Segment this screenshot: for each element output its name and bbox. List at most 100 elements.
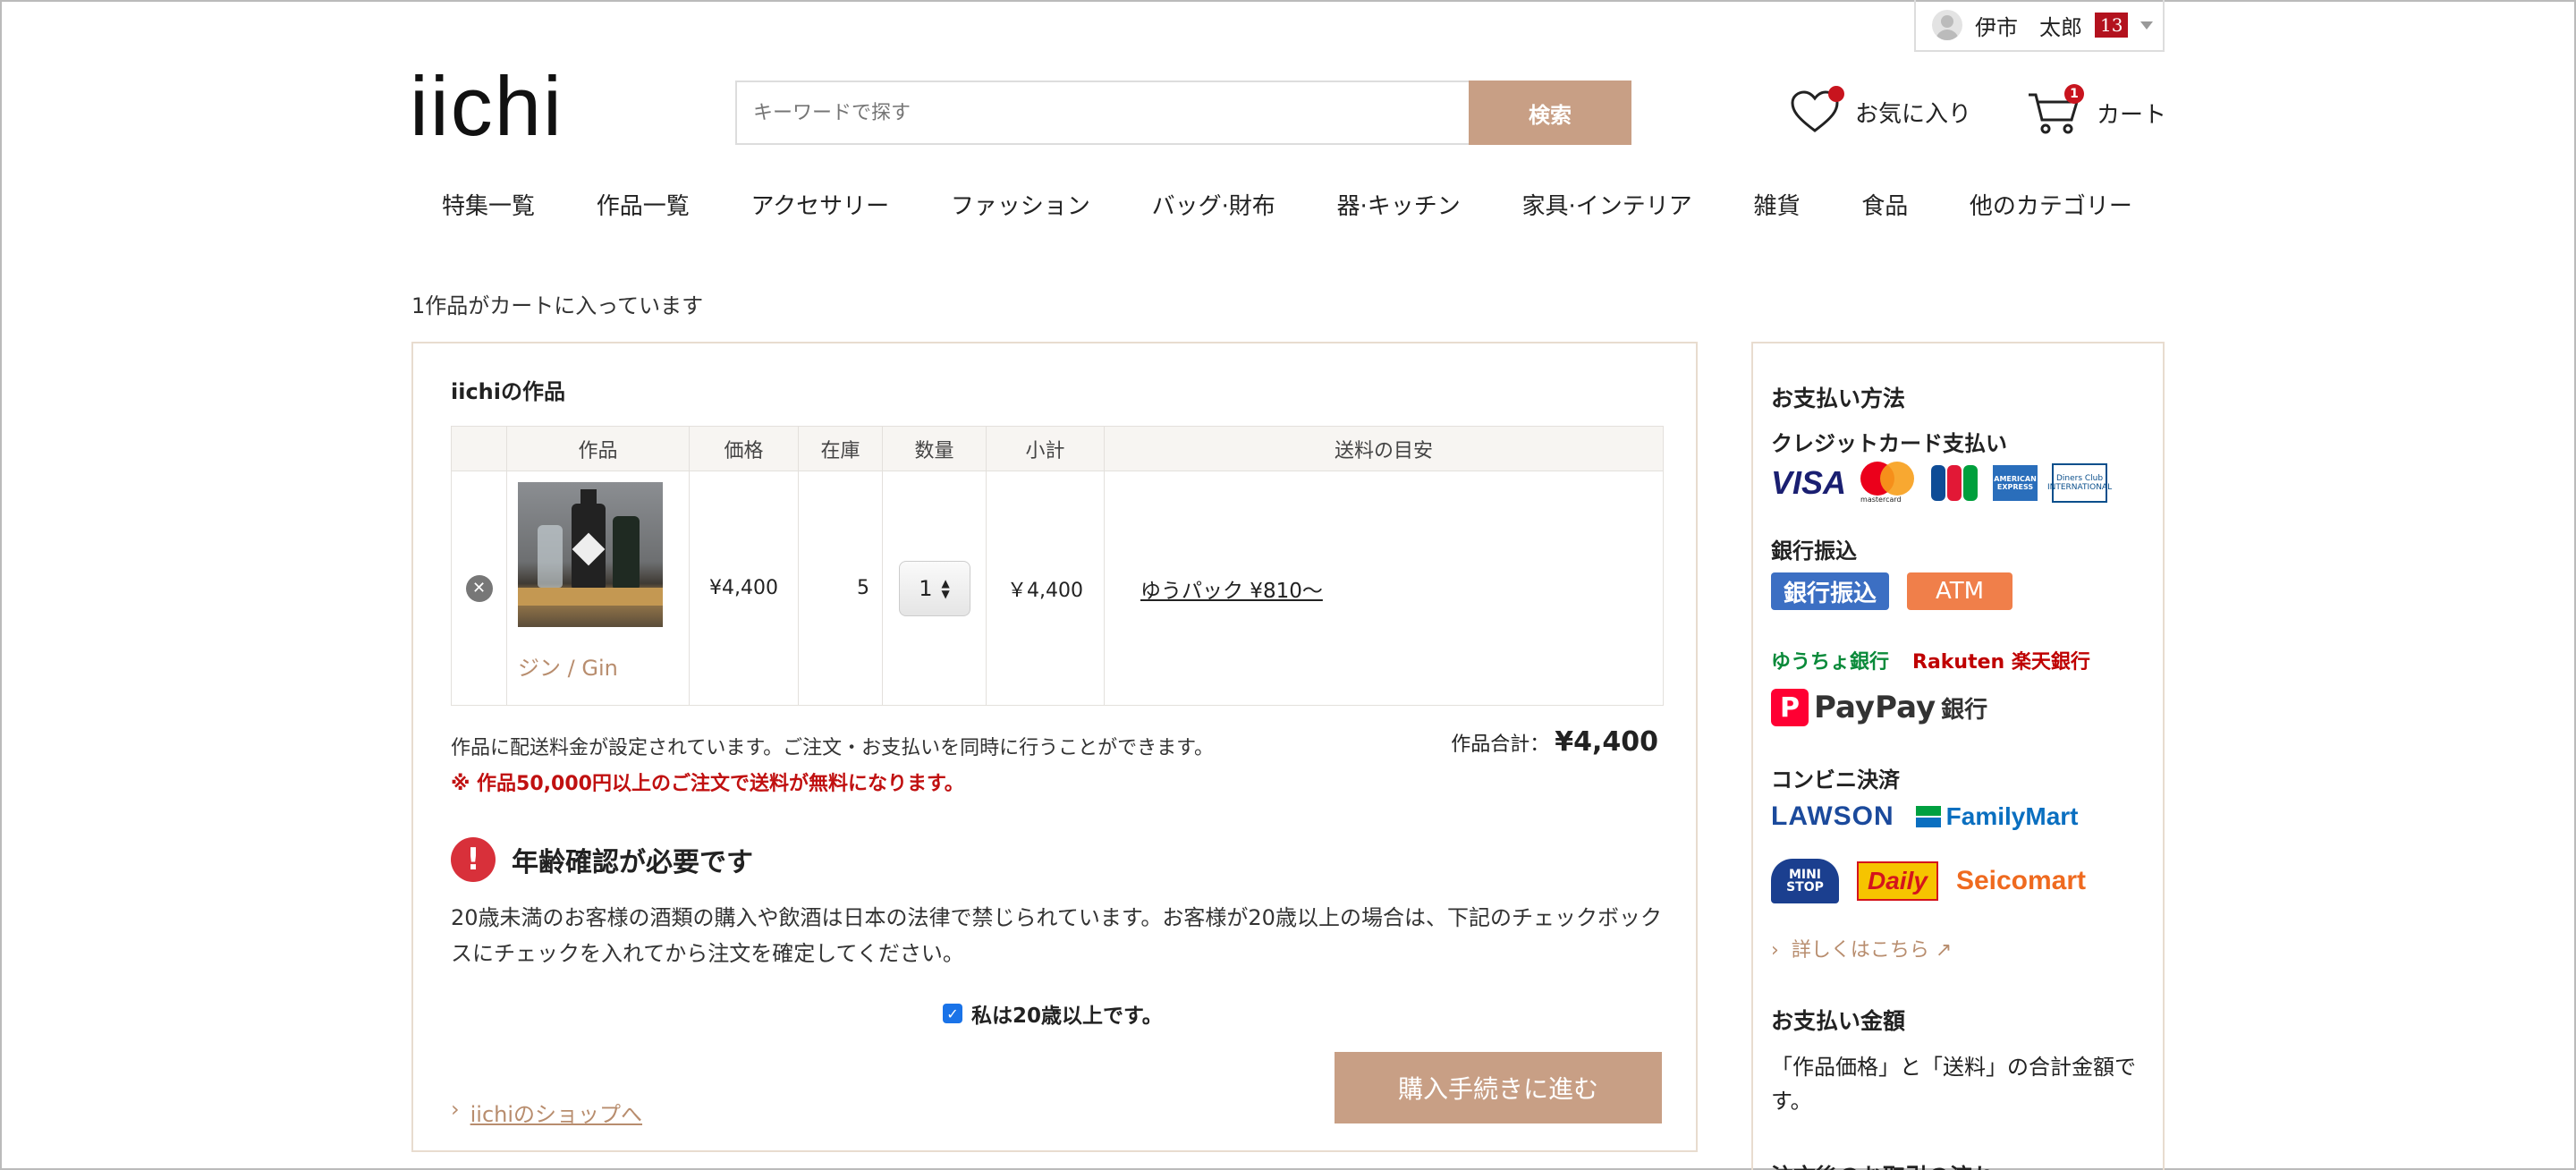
total-label: 作品合計： <box>1451 733 1550 756</box>
nav-item-furniture[interactable]: 家具·インテリア <box>1522 188 1692 221</box>
age-title: 年齢確認が必要です <box>512 847 753 878</box>
ministop-logo: MINI STOP <box>1771 859 1839 903</box>
user-menu[interactable]: 伊市 太郎 13 <box>1914 0 2165 52</box>
item-stock: 5 <box>798 471 883 706</box>
col-header-item: 作品 <box>506 426 690 471</box>
paypay-text: PayPay <box>1814 690 1936 725</box>
paypay-bank-text: 銀行 <box>1941 696 1988 724</box>
category-nav: 特集一覧 作品一覧 アクセサリー ファッション バッグ·財布 器·キッチン 家具… <box>410 188 2165 221</box>
paypay-icon: P <box>1771 689 1809 726</box>
quantity-select[interactable]: 1 ▲ ▼ <box>898 560 970 616</box>
bank-transfer-chip: 銀行振込 <box>1771 572 1890 610</box>
age-verification-heading: ! 年齢確認が必要です <box>451 837 753 882</box>
details-link[interactable]: › 詳しくはこちら ↗ <box>1771 934 1952 962</box>
cart-table: 作品 価格 在庫 数量 小計 送料の目安 ✕ ジン / Gin ¥4,400 5… <box>451 426 1664 706</box>
item-subtotal: ￥4,400 <box>986 471 1105 706</box>
proceed-checkout-button[interactable]: 購入手続きに進む <box>1335 1052 1662 1123</box>
paypay-logo: P PayPay 銀行 <box>1771 689 1987 726</box>
mastercard-text: mastercard <box>1860 496 1902 504</box>
lawson-logo: LAWSON <box>1771 801 1894 831</box>
bank-transfer-title: 銀行振込 <box>1771 538 1857 564</box>
payment-sidebar: お支払い方法 クレジットカード支払い VISA mastercard AMERI… <box>1751 342 2165 1170</box>
payment-methods-title: お支払い方法 <box>1771 386 1906 411</box>
search-button[interactable]: 検索 <box>1469 81 1631 145</box>
shop-link[interactable]: › iichiのショップへ <box>451 1097 642 1128</box>
familymart-icon <box>1915 806 1941 827</box>
search-input[interactable] <box>735 81 1470 145</box>
col-header-price: 価格 <box>689 426 799 471</box>
total-value: ¥4,400 <box>1555 726 1658 758</box>
flow-after-order-title: 注文後のお取引の流れ <box>1771 1159 1995 1170</box>
convenience-logos-row1: LAWSON FamilyMart <box>1771 801 2079 832</box>
nav-item-other[interactable]: 他のカテゴリー <box>1970 188 2132 221</box>
favorites-label: お気に入り <box>1855 100 1972 128</box>
chevron-down-icon <box>2140 21 2154 30</box>
payment-amount-text: 「作品価格」と「送料」の合計金額です。 <box>1771 1055 2136 1114</box>
cart-summary: 1作品がカートに入っています <box>411 293 704 318</box>
cart-box: iichiの作品 作品 価格 在庫 数量 小計 送料の目安 ✕ ジン / Gin… <box>411 342 1698 1152</box>
cart-count-badge: 1 <box>2064 84 2084 104</box>
alert-icon: ! <box>451 837 496 882</box>
nav-item-fashion[interactable]: ファッション <box>951 188 1090 221</box>
item-total: 作品合計： ¥4,400 <box>1451 726 1658 758</box>
free-shipping-notice: ※ 作品50,000円以上のご注文で送料が無料になります。 <box>451 773 964 795</box>
col-header-qty: 数量 <box>882 426 987 471</box>
favorites-dot <box>1828 86 1844 102</box>
table-row: ✕ ジン / Gin ¥4,400 5 1 ▲ ▼ ￥4,400 ゆうパック ¥… <box>451 471 1664 706</box>
seicomart-logo: Seicomart <box>1955 866 2087 895</box>
nav-item-bags[interactable]: バッグ·財布 <box>1152 188 1275 221</box>
convenience-logos-row2: MINI STOP Daily Seicomart <box>1771 859 2086 903</box>
remove-item-icon[interactable]: ✕ <box>465 574 493 602</box>
daily-logo: Daily <box>1857 861 1938 901</box>
nav-item-food[interactable]: 食品 <box>1861 188 1908 221</box>
jcb-logo <box>1930 465 1979 501</box>
nav-item-features[interactable]: 特集一覧 <box>442 188 535 221</box>
site-logo[interactable]: iichi <box>410 64 564 148</box>
amex-logo: AMERICAN EXPRESS <box>1993 465 2038 501</box>
product-name-link[interactable]: ジン / Gin <box>518 650 689 682</box>
avatar-icon <box>1932 10 1962 40</box>
notification-count-badge: 13 <box>2095 13 2129 38</box>
cart-link[interactable]: 1 カート <box>2027 84 2167 136</box>
details-link-label: 詳しくはこちら <box>1791 939 1929 962</box>
bank-chips: 銀行振込 ATM <box>1771 572 2013 610</box>
nav-item-goods[interactable]: 雑貨 <box>1753 188 1800 221</box>
col-remove <box>451 426 507 471</box>
heart-icon <box>1789 86 1844 134</box>
favorites-link[interactable]: お気に入り <box>1789 86 1972 134</box>
diners-logo: Diners Club INTERNATIONAL <box>2047 463 2112 503</box>
visa-logo: VISA <box>1771 464 1847 501</box>
col-header-subtotal: 小計 <box>986 426 1105 471</box>
age-confirm-label: 私は20歳以上です。 <box>971 1005 1163 1028</box>
cart-icon: 1 <box>2027 84 2084 136</box>
age-description: 20歳未満のお客様の酒類の購入や飲酒は日本の法律で禁じられています。お客様が20… <box>451 905 1662 966</box>
nav-item-works[interactable]: 作品一覧 <box>597 188 690 221</box>
shop-link-label: iichiのショップへ <box>470 1102 643 1127</box>
bank-logos: ゆうちょ銀行 Rakuten 楽天銀行 <box>1771 646 2090 674</box>
credit-card-title: クレジットカード支払い <box>1771 431 2007 456</box>
payment-amount-title: お支払い金額 <box>1771 1008 1906 1034</box>
section-title: iichiの作品 <box>451 379 565 404</box>
atm-chip: ATM <box>1907 572 2013 610</box>
quantity-value: 1 <box>919 575 933 601</box>
item-price: ¥4,400 <box>689 471 799 706</box>
cart-label: カート <box>2097 101 2167 129</box>
user-name: 伊市 太郎 <box>1975 14 2082 40</box>
external-link-icon: ↗ <box>1935 939 1953 962</box>
col-header-shipping: 送料の目安 <box>1104 426 1664 471</box>
familymart-text: FamilyMart <box>1945 802 2079 830</box>
shipping-notice: 作品に配送料金が設定されています。ご注文・お支払いを同時に行うことができます。 <box>451 737 1214 759</box>
col-header-stock: 在庫 <box>798 426 883 471</box>
age-confirm[interactable]: ✓ 私は20歳以上です。 <box>943 998 1163 1029</box>
convenience-store-title: コンビニ決済 <box>1771 767 1900 793</box>
shipping-estimate-link[interactable]: ゆうパック ¥810〜 <box>1105 580 1323 603</box>
chevron-right-icon: › <box>451 1097 460 1122</box>
familymart-logo: FamilyMart <box>1915 802 2079 831</box>
yucho-logo: ゆうちょ銀行 <box>1771 651 1890 674</box>
age-checkbox[interactable]: ✓ <box>943 1004 962 1023</box>
stepper-arrows-icon: ▲ ▼ <box>941 576 950 600</box>
chevron-right-icon: › <box>1771 939 1779 962</box>
nav-item-kitchen[interactable]: 器·キッチン <box>1337 188 1461 221</box>
product-image[interactable] <box>518 482 663 627</box>
nav-item-accessories[interactable]: アクセサリー <box>750 188 889 221</box>
